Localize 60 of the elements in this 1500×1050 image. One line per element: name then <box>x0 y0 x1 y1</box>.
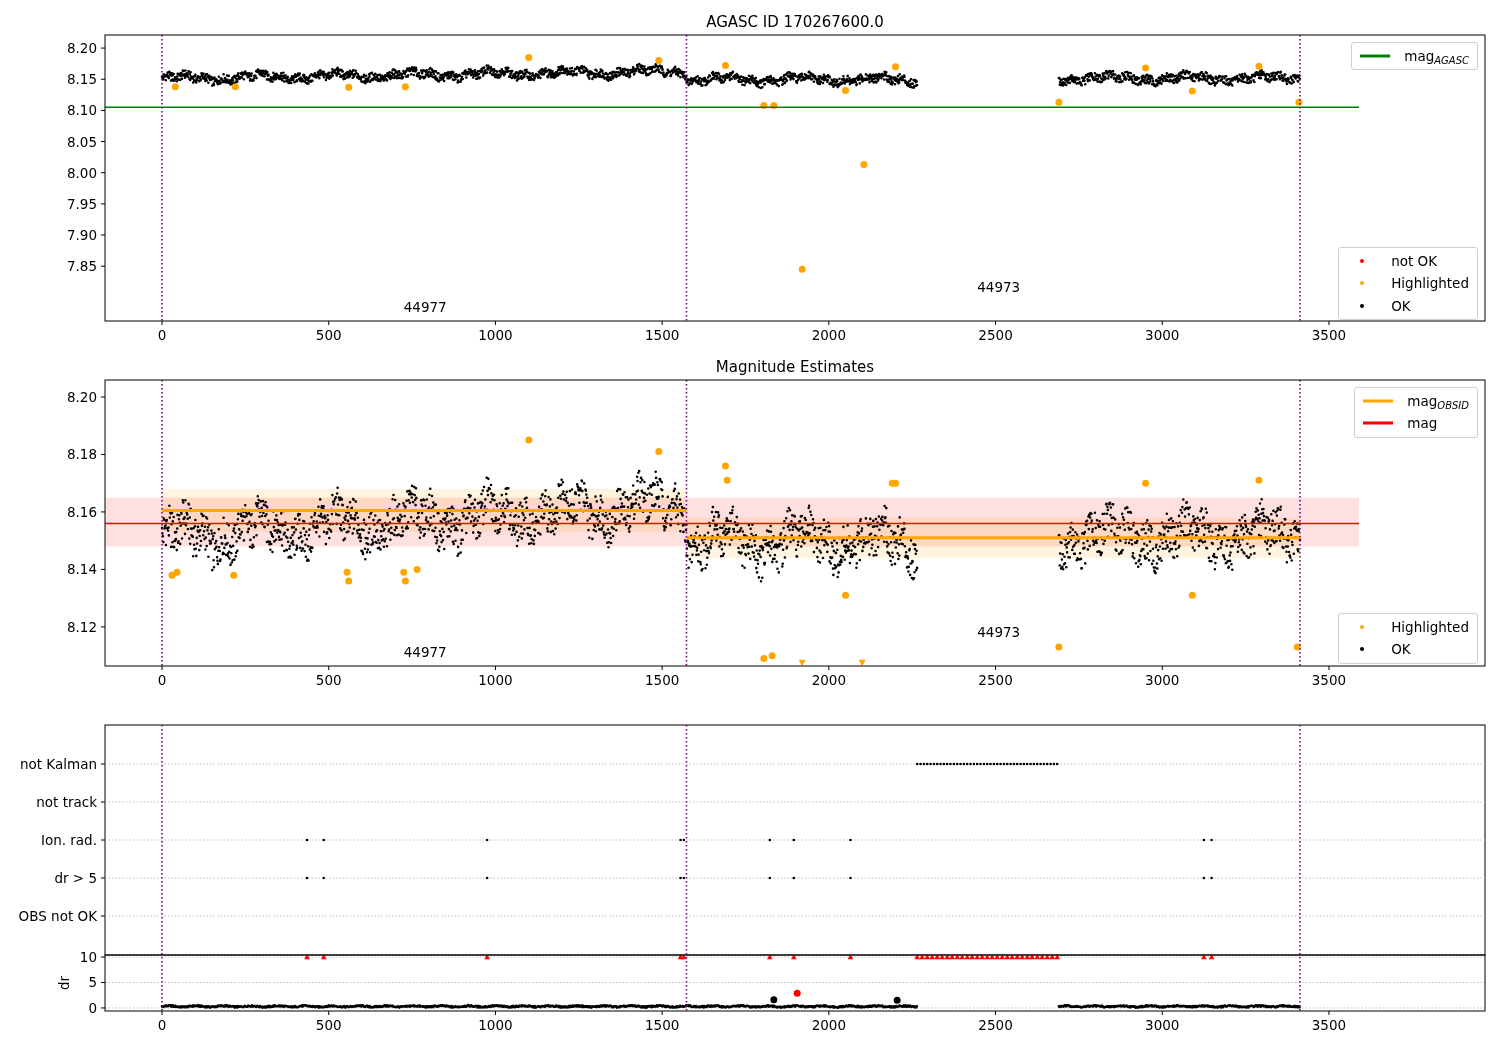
legend-label: mag <box>1407 414 1438 434</box>
x-tick-label: 3500 <box>1311 327 1347 343</box>
y-tick-label: 8.16 <box>66 503 97 520</box>
y-tick-label: 8.12 <box>66 618 97 635</box>
x-tick-label: 1500 <box>644 1017 680 1033</box>
x-tick-label: 3000 <box>1145 1017 1180 1033</box>
x-tick-label: 1500 <box>644 327 680 343</box>
axis-label: dr <box>56 975 72 991</box>
legend-label: Highlighted <box>1391 618 1469 637</box>
x-tick-label: 500 <box>315 327 342 343</box>
x-tick-label: 0 <box>157 672 167 688</box>
x-tick-label: 3000 <box>1145 327 1180 343</box>
legend-label: OK <box>1391 640 1411 660</box>
x-tick-label: 3500 <box>1311 1017 1347 1033</box>
legend-label: OK <box>1391 296 1411 316</box>
chart-title: Magnitude Estimates <box>715 358 875 376</box>
x-tick-label: 2000 <box>811 327 846 343</box>
obsid-label: 44973 <box>977 279 1021 296</box>
flag-row-label: OBS not OK <box>18 908 97 924</box>
legend-label: mag$_{AGASC}$ <box>1404 47 1469 67</box>
obsid-label: 44973 <box>977 623 1021 640</box>
x-tick-label: 1000 <box>478 327 513 343</box>
legend-label: Highlighted <box>1391 274 1469 294</box>
y-tick-label: 8.14 <box>66 561 97 578</box>
y-tick-label: 5 <box>88 974 97 991</box>
flag-row-label: Ion. rad. <box>40 832 97 848</box>
y-tick-label: 7.95 <box>66 195 97 212</box>
legend-label: mag$_{OBSID}$ <box>1407 392 1469 412</box>
x-tick-label: 2000 <box>811 1017 846 1033</box>
y-tick-label: 8.05 <box>66 133 97 150</box>
x-tick-label: 0 <box>157 1017 167 1033</box>
y-tick-label: 7.85 <box>66 258 97 275</box>
y-tick-label: 7.90 <box>66 227 97 243</box>
x-tick-label: 1000 <box>478 672 513 688</box>
flag-row-label: not Kalman <box>19 756 97 772</box>
flag-row-label: dr > 5 <box>54 870 97 886</box>
y-tick-label: 10 <box>79 949 97 966</box>
x-tick-label: 2500 <box>978 672 1013 688</box>
x-tick-label: 1500 <box>644 672 680 688</box>
x-tick-label: 2500 <box>978 327 1013 343</box>
y-tick-label: 8.18 <box>66 446 97 463</box>
x-tick-label: 2500 <box>978 1017 1013 1033</box>
x-tick-label: 500 <box>315 1017 342 1033</box>
legend-label: not OK <box>1391 252 1438 271</box>
y-tick-label: 8.10 <box>66 102 97 119</box>
x-tick-label: 1000 <box>478 1017 513 1033</box>
obsid-label: 44977 <box>403 299 447 316</box>
y-tick-label: 8.20 <box>66 40 97 57</box>
chart-title: AGASC ID 170267600.0 <box>706 13 884 31</box>
y-tick-label: 8.20 <box>66 388 97 405</box>
y-tick-label: 0 <box>88 999 97 1016</box>
obsid-label: 44977 <box>403 643 447 660</box>
x-tick-label: 3000 <box>1145 672 1180 688</box>
x-tick-label: 3500 <box>1311 672 1347 688</box>
y-tick-label: 8.15 <box>66 71 97 88</box>
y-tick-label: 8.00 <box>66 164 97 181</box>
x-tick-label: 2000 <box>811 672 846 688</box>
x-tick-label: 500 <box>315 672 342 688</box>
x-tick-label: 0 <box>157 327 167 343</box>
flag-row-label: not track <box>36 794 97 810</box>
